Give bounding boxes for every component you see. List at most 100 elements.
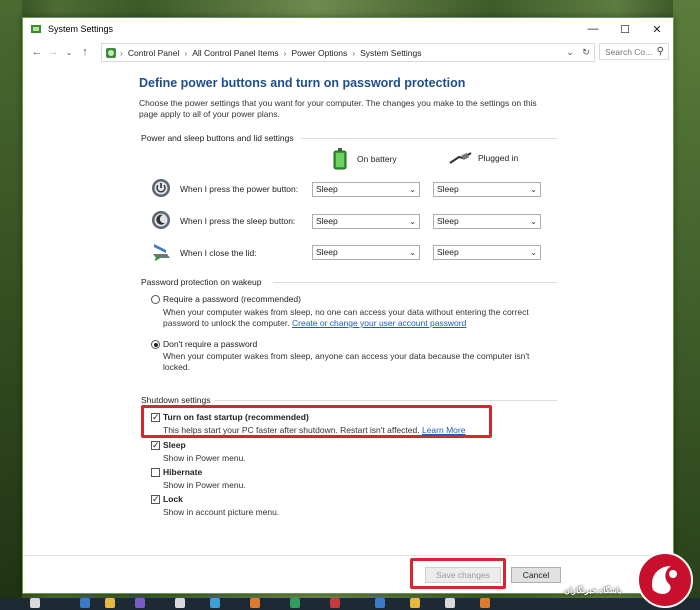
- system-settings-window: System Settings — ☐ ✕ ← → ⌄ ↑ › Control …: [22, 17, 674, 594]
- chevron-down-icon: ⌄: [530, 185, 537, 194]
- divider: [301, 138, 557, 139]
- divider: [273, 282, 557, 283]
- maximize-button[interactable]: ☐: [609, 18, 641, 40]
- on-battery-label: On battery: [357, 154, 397, 164]
- search-placeholder: Search Co...: [605, 46, 653, 57]
- breadcrumb-separator: ›: [283, 47, 287, 58]
- taskbar-app-icon[interactable]: [410, 598, 420, 608]
- lock-desc: Show in account picture menu.: [163, 507, 280, 517]
- taskbar-app-icon[interactable]: [30, 598, 40, 608]
- taskbar-app-icon[interactable]: [445, 598, 455, 608]
- laptop-lid-icon: [153, 244, 170, 261]
- shutdown-group-label: Shutdown settings: [141, 395, 211, 405]
- recent-chevron-icon[interactable]: ⌄: [61, 48, 77, 57]
- sleep-button-battery-select[interactable]: Sleep ⌄: [312, 214, 420, 229]
- background-trees: [0, 0, 22, 610]
- page-title: Define power buttons and turn on passwor…: [139, 76, 466, 90]
- breadcrumb-separator: ›: [352, 47, 356, 58]
- taskbar-app-icon[interactable]: [330, 598, 340, 608]
- require-password-title: Require a password (recommended): [163, 294, 301, 304]
- taskbar-app-icon[interactable]: [480, 598, 490, 608]
- lock-checkbox[interactable]: ✓: [151, 495, 160, 504]
- chevron-down-icon: ⌄: [530, 248, 537, 257]
- require-password-desc: When your computer wakes from sleep, no …: [163, 307, 553, 329]
- sleep-checkbox[interactable]: ✓: [151, 441, 160, 450]
- power-button-plugged-select[interactable]: Sleep ⌄: [433, 182, 541, 197]
- page-content: Define power buttons and turn on passwor…: [139, 76, 559, 120]
- taskbar-app-icon[interactable]: [210, 598, 220, 608]
- sleep-title: Sleep: [163, 440, 186, 450]
- select-value: Sleep: [316, 247, 338, 257]
- taskbar-app-icon[interactable]: [80, 598, 90, 608]
- taskbar-app-icon[interactable]: [290, 598, 300, 608]
- taskbar-app-icon[interactable]: [105, 598, 115, 608]
- chevron-down-icon: ⌄: [409, 185, 416, 194]
- refresh-icon[interactable]: ↻: [578, 47, 594, 58]
- sleep-desc: Show in Power menu.: [163, 453, 246, 463]
- hibernate-title: Hibernate: [163, 467, 203, 477]
- sleep-button-icon: [152, 211, 170, 229]
- sleep-button-plugged-select[interactable]: Sleep ⌄: [433, 214, 541, 229]
- back-arrow-icon[interactable]: ←: [29, 46, 45, 58]
- breadcrumb-all-items[interactable]: All Control Panel Items: [192, 48, 278, 58]
- hibernate-checkbox[interactable]: [151, 468, 160, 477]
- page-intro: Choose the power settings that you want …: [139, 98, 537, 119]
- breadcrumb-control-panel[interactable]: Control Panel: [128, 48, 180, 58]
- control-panel-icon: [106, 47, 116, 58]
- cancel-button[interactable]: Cancel: [511, 567, 561, 583]
- breadcrumb-system-settings[interactable]: System Settings: [360, 48, 421, 58]
- chevron-down-icon: ⌄: [409, 217, 416, 226]
- select-value: Sleep: [437, 216, 459, 226]
- chevron-down-icon: ⌄: [409, 248, 416, 257]
- taskbar-app-icon[interactable]: [375, 598, 385, 608]
- power-button-battery-select[interactable]: Sleep ⌄: [312, 182, 420, 197]
- taskbar-app-icon[interactable]: [175, 598, 185, 608]
- watermark-logo: باشگاه خبرنگاران: [560, 548, 700, 610]
- change-password-link[interactable]: Create or change your user account passw…: [292, 318, 466, 328]
- taskbar-app-icon[interactable]: [135, 598, 145, 608]
- select-value: Sleep: [316, 216, 338, 226]
- taskbar-app-icon[interactable]: [250, 598, 260, 608]
- lock-title: Lock: [163, 494, 183, 504]
- close-lid-label: When I close the lid:: [180, 248, 257, 258]
- fast-startup-highlight: [141, 405, 492, 438]
- navigation-bar: ← → ⌄ ↑ › Control Panel › All Control Pa…: [23, 40, 673, 64]
- title-bar: System Settings — ☐ ✕: [23, 18, 673, 40]
- hibernate-desc: Show in Power menu.: [163, 480, 246, 490]
- close-button[interactable]: ✕: [641, 18, 673, 40]
- dont-require-password-desc: When your computer wakes from sleep, any…: [163, 351, 530, 372]
- search-input[interactable]: Search Co... ⚲: [599, 43, 669, 60]
- window-title: System Settings: [48, 24, 114, 34]
- power-group-label: Power and sleep buttons and lid settings: [141, 133, 294, 143]
- close-lid-battery-select[interactable]: Sleep ⌄: [312, 245, 420, 260]
- breadcrumb-power-options[interactable]: Power Options: [292, 48, 348, 58]
- plug-icon: [449, 152, 472, 164]
- address-dropdown-icon[interactable]: ⌄: [562, 47, 578, 58]
- breadcrumb-separator: ›: [184, 47, 188, 58]
- power-options-icon: [31, 25, 41, 33]
- dont-require-password-title: Don't require a password: [163, 339, 258, 349]
- search-icon: ⚲: [656, 46, 664, 57]
- save-button-highlight: [410, 558, 506, 589]
- chevron-down-icon: ⌄: [530, 217, 537, 226]
- on-battery-header: On battery: [333, 148, 397, 170]
- sleep-button-label: When I press the sleep button:: [180, 216, 296, 226]
- power-button-icon: [152, 179, 170, 197]
- select-value: Sleep: [437, 247, 459, 257]
- require-password-radio[interactable]: [151, 295, 160, 304]
- watermark-emblem-icon: [637, 552, 693, 608]
- plugged-in-header: Plugged in: [449, 151, 518, 165]
- plugged-in-label: Plugged in: [478, 153, 519, 163]
- dont-require-password-radio[interactable]: [151, 340, 160, 349]
- select-value: Sleep: [316, 184, 338, 194]
- background-trees: [673, 0, 700, 610]
- battery-icon: [333, 148, 347, 170]
- close-lid-plugged-select[interactable]: Sleep ⌄: [433, 245, 541, 260]
- forward-arrow-icon[interactable]: →: [45, 46, 61, 58]
- power-button-label: When I press the power button:: [180, 184, 299, 194]
- breadcrumb-separator: ›: [120, 47, 123, 58]
- minimize-button[interactable]: —: [577, 18, 609, 40]
- address-bar[interactable]: › Control Panel › All Control Panel Item…: [101, 43, 595, 62]
- select-value: Sleep: [437, 184, 459, 194]
- up-arrow-icon[interactable]: ↑: [77, 46, 93, 58]
